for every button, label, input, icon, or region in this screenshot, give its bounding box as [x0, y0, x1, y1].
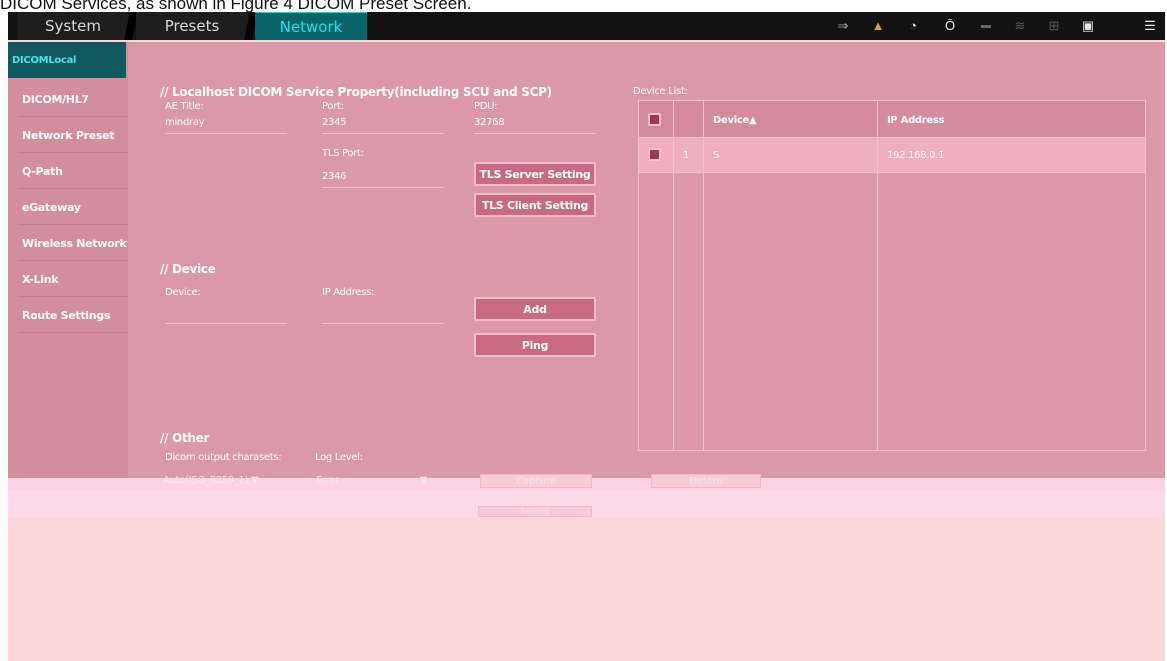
sidebar-item-egateway[interactable]: eGateway — [18, 190, 128, 225]
sidebar-item-route-settings[interactable]: Route Settings — [18, 298, 128, 333]
sidebar-item-dicom-hl7[interactable]: DICOM/HL7 — [18, 82, 128, 117]
tls-server-setting-button[interactable]: TLS Server Setting — [474, 162, 596, 186]
port-label: Port: — [322, 101, 344, 112]
add-button[interactable]: Add — [474, 297, 596, 321]
setting-button[interactable]: Setting — [478, 506, 592, 517]
row-index: 1 — [683, 150, 690, 161]
power-icon[interactable]: ◔ — [905, 18, 921, 34]
ip-address-input[interactable] — [322, 323, 444, 324]
ip-address-label: IP Address: — [322, 287, 375, 298]
row-divider — [639, 137, 1145, 138]
sidebar-item-x-link[interactable]: X-Link — [18, 262, 128, 297]
sidebar-item-q-path[interactable]: Q-Path — [18, 154, 128, 189]
charset-label: Dicom output charasets: — [165, 452, 282, 463]
sidebar-item-network-preset[interactable]: Network Preset — [18, 118, 128, 153]
tab-presets[interactable]: Presets — [136, 12, 248, 40]
tls-port-field[interactable]: 2346 — [322, 171, 444, 188]
section-localhost-title: // Localhost DICOM Service Property(incl… — [160, 85, 552, 99]
device-list-title: Device List: — [633, 86, 688, 97]
column-divider — [673, 101, 674, 450]
sidebar: DICOMLocal DICOM/HL7 Network Preset Q-Pa… — [8, 42, 128, 488]
section-device-title: // Device — [160, 262, 216, 276]
input-icon: ⇒ — [837, 18, 849, 33]
sidebar-item-wireless-network[interactable]: Wireless Network — [18, 226, 128, 261]
device-input[interactable] — [165, 323, 287, 324]
pdu-field[interactable]: 32768 — [474, 117, 596, 134]
log-level-label: Log Level: — [315, 452, 363, 463]
charset-value[interactable]: Auto(ISO_8859_1) ▼ — [163, 475, 259, 486]
sort-ascending-icon: ▲ — [748, 115, 757, 126]
tls-port-label: TLS Port: — [322, 148, 364, 159]
sidebar-item-dicomlocal[interactable]: DICOMLocal — [8, 42, 126, 78]
delete-button[interactable]: Delete — [651, 474, 761, 488]
storage-icon[interactable]: ▬ — [978, 18, 994, 34]
row-device: S — [713, 150, 720, 161]
row-ip-address: 192.168.0.1 — [887, 150, 945, 161]
network-preset-panel: DICOMLocal DICOM/HL7 Network Preset Q-Pa… — [8, 42, 1165, 488]
tab-system[interactable]: System — [18, 12, 128, 40]
row-divider — [639, 172, 1145, 173]
ping-button[interactable]: Ping — [474, 333, 596, 357]
pdu-label: PDU: — [474, 101, 498, 112]
port-field[interactable]: 2345 — [322, 117, 444, 134]
network-icon[interactable]: ⊞ — [1046, 18, 1062, 34]
section-other-title: // Other — [160, 431, 210, 445]
ae-title-field[interactable]: mindray — [165, 117, 287, 134]
top-tab-bar: System Presets Network ⇒ ▲ ◔ Ō ▬ ≋ ⊞ ▣ ☰ — [8, 12, 1165, 40]
ultrasound-screen: System Presets Network ⇒ ▲ ◔ Ō ▬ ≋ ⊞ ▣ ☰… — [8, 12, 1165, 661]
log-level-value[interactable]: Error ▼ — [316, 475, 427, 486]
ae-title-label: AE Title: — [165, 101, 204, 112]
column-divider — [877, 101, 878, 450]
tls-client-setting-button[interactable]: TLS Client Setting — [474, 193, 596, 217]
tab-network[interactable]: Network — [255, 12, 367, 40]
capture-button[interactable]: Capture — [480, 474, 592, 488]
column-divider — [703, 101, 704, 450]
device-label: Device: — [165, 287, 201, 298]
device-list-table: Device▲ IP Address 1 S 192.168.0.1 — [638, 100, 1146, 451]
column-header-device[interactable]: Device▲ — [713, 115, 757, 126]
column-header-ip-address[interactable]: IP Address — [887, 115, 945, 126]
mouse-icon[interactable]: Ō — [942, 18, 958, 34]
warning-icon[interactable]: ▲ — [870, 18, 886, 34]
select-all-checkbox[interactable] — [648, 113, 661, 126]
wifi-icon[interactable]: ≋ — [1012, 18, 1028, 34]
printer-icon[interactable]: ▣ — [1080, 18, 1096, 34]
menu-icon[interactable]: ☰ — [1142, 18, 1158, 34]
row-checkbox[interactable] — [648, 148, 661, 161]
